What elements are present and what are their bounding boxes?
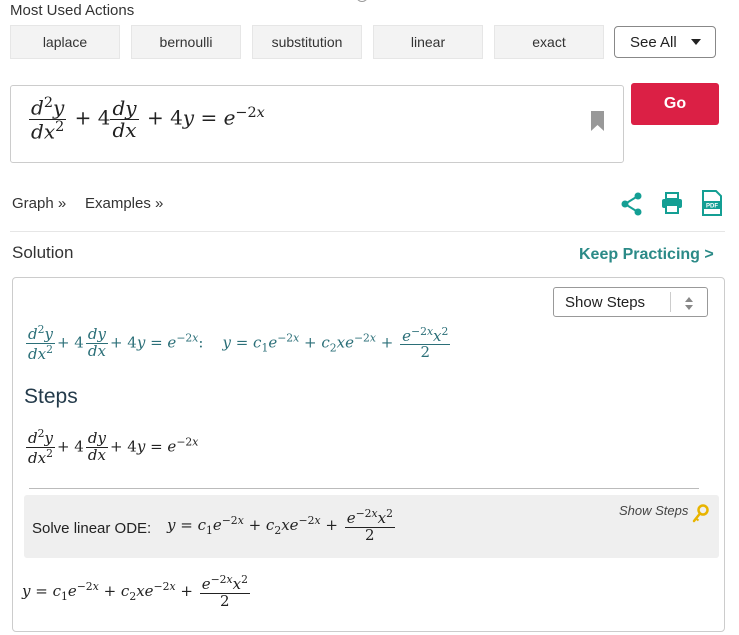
sort-up-icon (685, 297, 693, 302)
print-icon[interactable] (660, 191, 684, 215)
caret-down-icon (691, 39, 701, 45)
action-laplace-button[interactable]: laplace (10, 25, 120, 59)
show-steps-select[interactable]: Show Steps (553, 287, 708, 317)
action-linear-button[interactable]: linear (373, 25, 483, 59)
solution-label: Solution (12, 243, 74, 262)
step-equation: y = c1e−2x + c2xe−2x + e−2xx2 2 (167, 507, 395, 544)
graph-link[interactable]: Graph » (12, 195, 66, 212)
solution-result: d2y dx2 + 4 dy dx + 4y = e−2x: y = c1e−2x + c… (26, 323, 451, 363)
key-icon[interactable] (692, 504, 710, 524)
action-substitution-button[interactable]: substitution (252, 25, 362, 59)
step-title: Solve linear ODE: (32, 520, 152, 537)
step-show-steps-link[interactable]: Show Steps (619, 503, 688, 518)
sort-down-icon (685, 305, 693, 310)
go-button[interactable]: Go (631, 83, 719, 125)
steps-equation: d2y dx2 + 4 dy dx + 4y = e−2x (26, 427, 199, 467)
final-result: y = c1e−2x + c2xe−2x + e−2xx2 2 (22, 573, 250, 610)
expression-input[interactable]: d2y dx2 + 4 dy dx + 4y = e−2x (10, 85, 624, 163)
select-divider (670, 292, 671, 312)
pdf-icon[interactable]: PDF (701, 190, 723, 216)
examples-link[interactable]: Examples » (85, 195, 163, 212)
steps-heading: Steps (24, 385, 78, 408)
top-scroll-indicator (356, 0, 368, 2)
action-exact-button[interactable]: exact (494, 25, 604, 59)
svg-text:PDF: PDF (706, 204, 718, 210)
divider (10, 231, 725, 232)
see-all-label: See All (630, 33, 677, 51)
keep-practicing-link[interactable]: Keep Practicing > (579, 246, 714, 264)
see-all-dropdown[interactable]: See All (614, 26, 716, 58)
show-steps-select-label: Show Steps (565, 293, 646, 311)
steps-divider (29, 488, 699, 489)
input-math: d2y dx2 + 4 dy dx + 4y = e−2x (29, 95, 265, 144)
share-icon[interactable] (620, 192, 644, 216)
most-used-actions-title: Most Used Actions (10, 2, 135, 19)
action-bernoulli-button[interactable]: bernoulli (131, 25, 241, 59)
